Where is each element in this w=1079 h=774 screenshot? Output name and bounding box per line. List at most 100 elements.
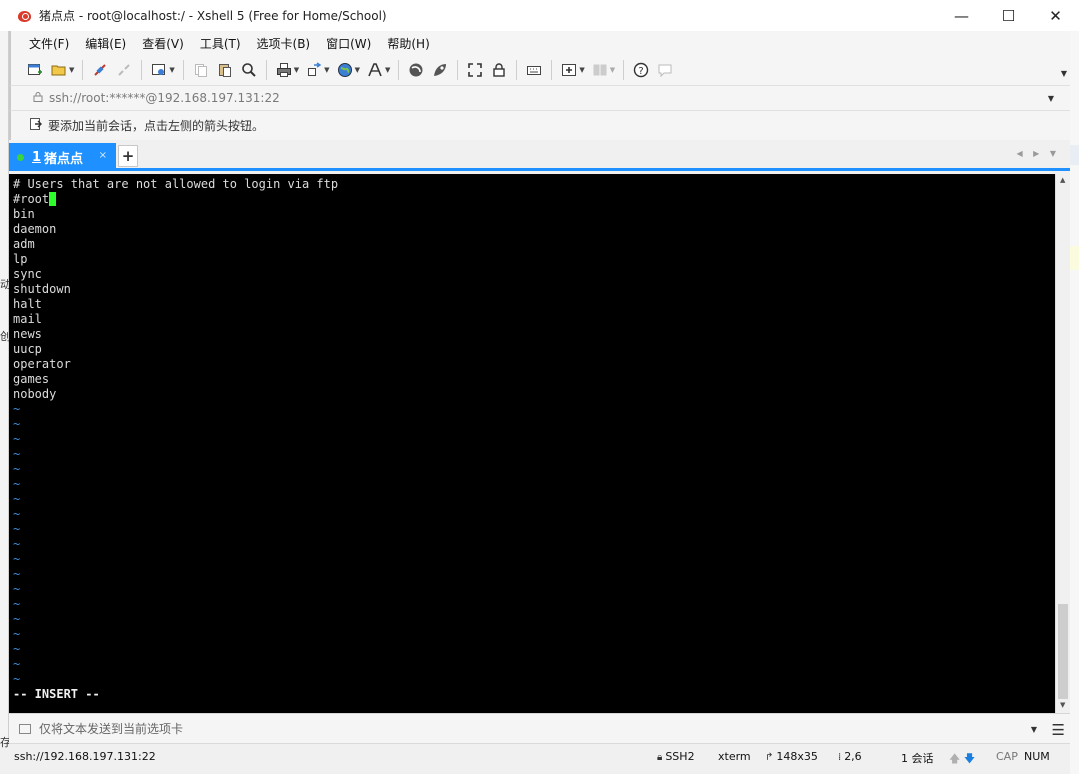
vim-tilde-line: ~ [13, 477, 21, 491]
toolbar: ▼ ▼ ▼ ▼ ▼ ▼ ▼ ▼ ? ▼ [9, 55, 1070, 85]
menu-tabs[interactable]: 选项卡(B) [249, 35, 319, 52]
menu-file[interactable]: 文件(F) [21, 35, 77, 52]
status-protocol-text: SSH2 [665, 750, 695, 763]
upload-arrow-icon: 🡅︎ [949, 752, 961, 765]
menu-icon[interactable]: ☰ [1052, 721, 1065, 739]
tab-bar: 1 猪点点 × + ◀ ▶ ▼ [9, 140, 1070, 171]
left-desktop-strip: 动 创 存 [0, 31, 11, 749]
xmanager-icon[interactable] [431, 61, 449, 79]
copy-icon [192, 61, 210, 79]
menu-edit[interactable]: 编辑(E) [77, 35, 134, 52]
menu-help[interactable]: 帮助(H) [379, 35, 437, 52]
tab-session-1[interactable]: 1 猪点点 × [9, 143, 116, 171]
window-controls: — ☐ ✕ [938, 0, 1079, 31]
scroll-up-icon[interactable]: ▲ [1060, 176, 1065, 184]
chevron-down-icon[interactable]: ▼ [294, 66, 299, 74]
menu-tools[interactable]: 工具(T) [192, 35, 249, 52]
tab-navigation-icons[interactable]: ◀ ▶ ▼ [1016, 149, 1060, 158]
vim-tilde-line: ~ [13, 417, 21, 431]
session-hint-text: 要添加当前会话，点击左侧的箭头按钮。 [48, 119, 265, 133]
xshell-window: 猪点点 - root@localhost:/ - Xshell 5 (Free … [0, 0, 1079, 774]
terminal-line: games [13, 372, 50, 386]
scrollbar-thumb[interactable] [1058, 604, 1068, 699]
status-caps: CAP [996, 750, 1018, 763]
disconnect-icon [115, 61, 133, 79]
chevron-down-icon[interactable]: ▼ [1031, 725, 1037, 734]
maximize-button[interactable]: ☐ [985, 0, 1032, 31]
tab-close-icon[interactable]: × [99, 150, 107, 161]
vim-tilde-line: ~ [13, 612, 21, 626]
compose-input[interactable]: 仅将文本发送到当前选项卡 [39, 720, 183, 737]
open-folder-icon[interactable] [50, 61, 68, 79]
terminal-line: lp [13, 252, 28, 266]
status-cursor-pos: ⁞ 2,6 [838, 750, 862, 763]
transfer-icon[interactable] [305, 61, 323, 79]
add-tab-button[interactable]: + [118, 145, 138, 167]
vim-tilde-line: ~ [13, 597, 21, 611]
terminal-line: news [13, 327, 42, 341]
toolbar-separator [551, 60, 553, 80]
vim-tilde-line: ~ [13, 582, 21, 596]
address-url[interactable]: ssh://root:******@192.168.197.131:22 [49, 91, 280, 105]
terminal-line: operator [13, 357, 71, 371]
menu-bar: 文件(F) 编辑(E) 查看(V) 工具(T) 选项卡(B) 窗口(W) 帮助(… [9, 31, 1070, 55]
new-tab-icon[interactable] [560, 61, 578, 79]
lock-icon [33, 91, 43, 105]
vim-tilde-line: ~ [13, 507, 21, 521]
add-session-arrow-icon[interactable] [29, 117, 43, 134]
right-desktop-strip [1070, 31, 1079, 774]
chevron-down-icon[interactable]: ▼ [385, 66, 390, 74]
lock-icon[interactable] [490, 61, 508, 79]
print-icon[interactable] [275, 61, 293, 79]
connect-icon[interactable] [91, 61, 109, 79]
vim-empty-lines: ~ ~ ~ ~ ~ ~ ~ ~ ~ ~ ~ ~ ~ ~ ~ ~ ~ ~ ~ [13, 402, 1055, 687]
fullscreen-icon[interactable] [466, 61, 484, 79]
properties-icon[interactable] [150, 61, 168, 79]
terminal-screen[interactable]: # Users that are not allowed to login vi… [9, 174, 1055, 713]
title-bar[interactable]: 猪点点 - root@localhost:/ - Xshell 5 (Free … [0, 0, 1079, 31]
paste-icon[interactable] [216, 61, 234, 79]
globe-icon[interactable] [336, 61, 354, 79]
chevron-down-icon[interactable]: ▼ [579, 66, 584, 74]
chevron-down-icon[interactable]: ▼ [169, 66, 174, 74]
chevron-down-icon[interactable]: ▼ [324, 66, 329, 74]
terminal-line: #root [13, 192, 1055, 207]
toolbar-overflow-icon[interactable]: ▼ [1061, 69, 1067, 78]
background-window-edge [1070, 246, 1079, 270]
tab-label: 猪点点 [44, 151, 84, 167]
terminal-line-text: #root [13, 192, 50, 206]
status-size: ↱ 148x35 [765, 750, 818, 763]
terminal-line: shutdown [13, 282, 71, 296]
find-icon[interactable] [240, 61, 258, 79]
terminal-line: # Users that are not allowed to login vi… [13, 177, 339, 191]
menu-view[interactable]: 查看(V) [134, 35, 192, 52]
lock-icon: 🔒︎ [657, 752, 663, 763]
toolbar-separator [516, 60, 518, 80]
vim-tilde-line: ~ [13, 447, 21, 461]
new-session-icon[interactable] [26, 61, 44, 79]
help-icon[interactable]: ? [632, 61, 650, 79]
xftp-icon[interactable] [407, 61, 425, 79]
layout-icon [591, 61, 609, 79]
vim-tilde-line: ~ [13, 402, 21, 416]
tab-number: 1 [32, 149, 42, 165]
font-icon[interactable] [366, 61, 384, 79]
chevron-down-icon[interactable]: ▼ [69, 66, 74, 74]
chevron-down-icon[interactable]: ▼ [355, 66, 360, 74]
toolbar-separator [141, 60, 143, 80]
chevron-down-icon[interactable]: ▼ [1048, 94, 1054, 103]
vim-tilde-line: ~ [13, 432, 21, 446]
address-bar[interactable]: ssh://root:******@192.168.197.131:22 ▼ [9, 85, 1070, 110]
status-connection: ssh://192.168.197.131:22 [14, 750, 156, 763]
minimize-button[interactable]: — [938, 0, 985, 31]
keyboard-icon[interactable] [525, 61, 543, 79]
chevron-down-icon: ▼ [609, 66, 616, 74]
close-button[interactable]: ✕ [1032, 0, 1079, 31]
scroll-down-icon[interactable]: ▼ [1060, 701, 1065, 709]
compose-bar[interactable]: 仅将文本发送到当前选项卡 ▼ ☰ [9, 713, 1070, 743]
menu-window[interactable]: 窗口(W) [318, 35, 379, 52]
terminal-scrollbar[interactable]: ▲ ▼ [1055, 174, 1070, 713]
terminal-line: adm [13, 237, 35, 251]
xshell-app-icon[interactable] [17, 8, 33, 24]
terminal-line: uucp [13, 342, 42, 356]
